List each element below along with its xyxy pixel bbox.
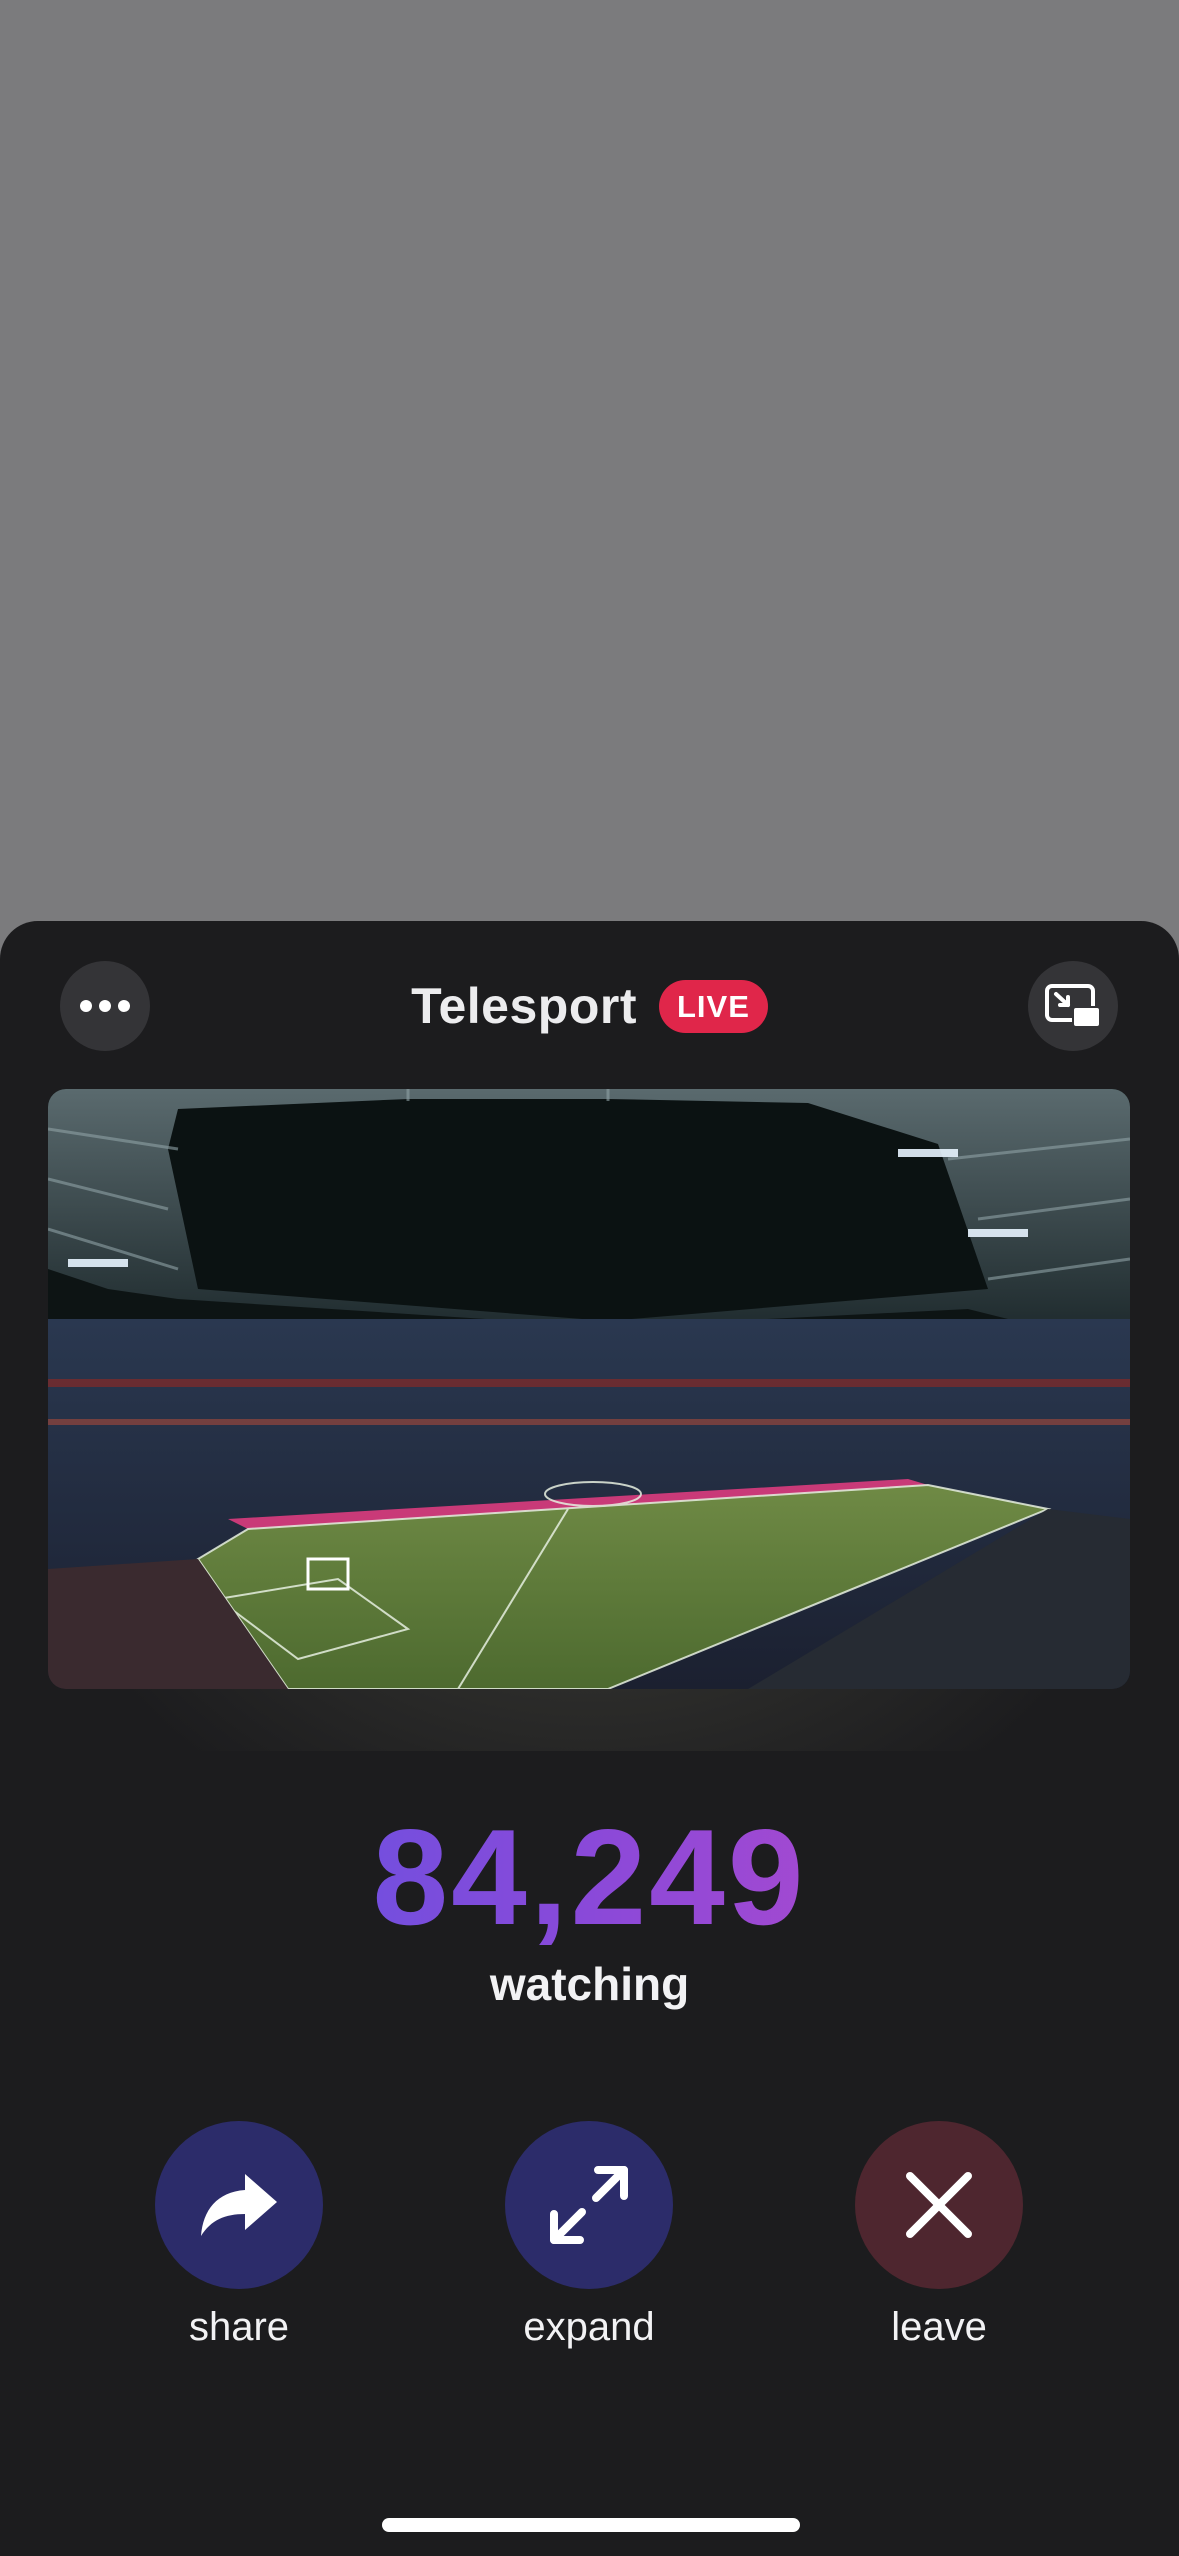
- share-action: share: [119, 2121, 359, 2350]
- stadium-video-frame: [48, 1089, 1130, 1689]
- expand-button[interactable]: [505, 2121, 673, 2289]
- leave-action: leave: [819, 2121, 1059, 2350]
- app-title: Telesport: [411, 978, 637, 1034]
- viewer-label: watching: [489, 1958, 690, 2010]
- leave-button[interactable]: [855, 2121, 1023, 2289]
- share-arrow-icon: [201, 2174, 277, 2236]
- home-indicator[interactable]: [382, 2518, 800, 2532]
- share-label: share: [188, 2305, 290, 2349]
- title-group: Telesport LIVE: [0, 977, 1179, 1035]
- leave-label: leave: [891, 2305, 987, 2349]
- share-button[interactable]: [155, 2121, 323, 2289]
- live-badge: LIVE: [658, 979, 768, 1033]
- sheet-header: Telesport LIVE: [0, 921, 1179, 1086]
- expand-action: expand: [469, 2121, 709, 2350]
- expand-arrows-icon: [550, 2166, 628, 2244]
- live-stream-sheet: Telesport LIVE 84,249 watching share exp…: [0, 921, 1179, 2556]
- video-player[interactable]: [48, 1089, 1130, 1689]
- picture-in-picture-button[interactable]: [1028, 961, 1118, 1051]
- expand-label: expand: [523, 2305, 655, 2349]
- viewer-count: 84,249: [0, 1809, 1179, 1945]
- close-icon: [906, 2172, 972, 2238]
- picture-in-picture-exit-icon: [1045, 984, 1101, 1028]
